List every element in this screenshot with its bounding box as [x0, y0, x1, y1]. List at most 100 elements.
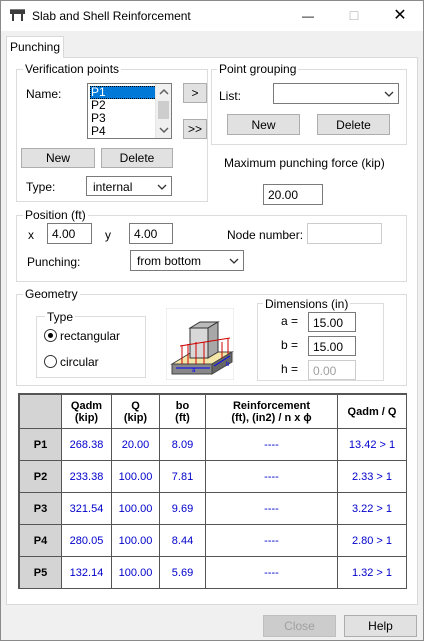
tab-punching[interactable]: Punching	[6, 36, 64, 58]
delete-point-button[interactable]: Delete	[101, 148, 173, 168]
qadm-cell[interactable]: 233.38	[61, 460, 112, 493]
punching-select-value: from bottom	[137, 254, 202, 268]
row-header[interactable]: P1	[19, 428, 62, 461]
y-field[interactable]: 4.00	[129, 223, 173, 244]
type-select-value: internal	[93, 180, 133, 194]
x-field[interactable]: 4.00	[47, 223, 92, 244]
ratio-cell[interactable]: 13.42 > 1	[337, 428, 407, 461]
qadm-cell[interactable]: 321.54	[61, 492, 112, 525]
new-point-button[interactable]: New	[21, 148, 95, 168]
q-cell[interactable]: 20.00	[111, 428, 160, 461]
h-label: h =	[281, 362, 299, 376]
x-label: x	[28, 228, 34, 242]
q-cell[interactable]: 100.00	[111, 460, 160, 493]
reinforcement-cell[interactable]: ----	[205, 524, 338, 557]
reinforcement-cell[interactable]: ----	[205, 492, 338, 525]
y-label: y	[105, 228, 111, 242]
max-force-label: Maximum punching force (kip)	[224, 156, 385, 170]
circular-label[interactable]: circular	[60, 355, 99, 369]
name-label: Name:	[26, 87, 62, 101]
scroll-down-icon[interactable]	[156, 122, 172, 138]
column-header[interactable]: Q (kip)	[111, 394, 160, 429]
row-header[interactable]: P2	[19, 460, 62, 493]
chevron-down-icon	[157, 184, 167, 190]
move-point-button[interactable]: >	[183, 83, 207, 103]
title-bar: Slab and Shell Reinforcement — ☐ ✕	[1, 1, 423, 31]
move-all-points-button[interactable]: >>	[183, 119, 207, 139]
group-list-select[interactable]	[273, 83, 399, 104]
qadm-cell[interactable]: 280.05	[61, 524, 112, 557]
bo-cell[interactable]: 8.44	[159, 524, 206, 557]
verification-points-label: Verification points	[23, 62, 122, 76]
ratio-cell[interactable]: 1.32 > 1	[337, 556, 407, 589]
listbox-scrollbar[interactable]	[155, 84, 171, 138]
help-button[interactable]: Help	[344, 615, 417, 637]
column-punching-diagram: a b	[166, 308, 234, 380]
circular-radio[interactable]	[44, 355, 57, 368]
row-header[interactable]: P5	[19, 556, 62, 589]
row-header[interactable]: P3	[19, 492, 62, 525]
reinforcement-cell[interactable]: ----	[205, 428, 338, 461]
bo-cell[interactable]: 8.09	[159, 428, 206, 461]
column-header[interactable]: Qadm (kip)	[61, 394, 112, 429]
ratio-cell[interactable]: 3.22 > 1	[337, 492, 407, 525]
slab-icon	[10, 9, 25, 21]
q-cell[interactable]: 100.00	[111, 524, 160, 557]
table-row[interactable]: P2 233.38 100.00 7.81 ---- 2.33 > 1	[19, 460, 407, 493]
bo-cell[interactable]: 5.69	[159, 556, 206, 589]
a-label: a =	[281, 314, 299, 328]
position-label: Position (ft)	[23, 208, 88, 222]
table-row[interactable]: P4 280.05 100.00 8.44 ---- 2.80 > 1	[19, 524, 407, 557]
row-header[interactable]: P4	[19, 524, 62, 557]
punching-select[interactable]: from bottom	[130, 250, 244, 271]
node-number-field[interactable]	[307, 223, 382, 244]
scroll-thumb[interactable]	[158, 101, 169, 119]
close-button[interactable]: Close	[263, 615, 336, 637]
b-label: b =	[281, 338, 299, 352]
results-table: Qadm (kip) Q (kip) bo (ft) Reinforcement…	[19, 394, 407, 589]
close-window-button[interactable]: ✕	[377, 1, 423, 31]
dimensions-label: Dimensions (in)	[263, 297, 351, 311]
bo-cell[interactable]: 7.81	[159, 460, 206, 493]
table-row[interactable]: P3 321.54 100.00 9.69 ---- 3.22 > 1	[19, 492, 407, 525]
rectangular-label[interactable]: rectangular	[60, 329, 120, 343]
h-field[interactable]: 0.00	[308, 360, 356, 380]
window-title: Slab and Shell Reinforcement	[32, 9, 191, 23]
points-listbox[interactable]: P1 P2 P3 P4	[87, 83, 172, 139]
ratio-cell[interactable]: 2.80 > 1	[337, 524, 407, 557]
reinforcement-cell[interactable]: ----	[205, 556, 338, 589]
bo-cell[interactable]: 9.69	[159, 492, 206, 525]
type-label: Type:	[26, 180, 56, 194]
max-force-field[interactable]: 20.00	[263, 184, 323, 205]
rectangular-radio[interactable]	[44, 329, 57, 342]
q-cell[interactable]: 100.00	[111, 492, 160, 525]
table-corner	[19, 394, 62, 429]
column-header[interactable]: bo (ft)	[159, 394, 206, 429]
ratio-cell[interactable]: 2.33 > 1	[337, 460, 407, 493]
type-select[interactable]: internal	[86, 176, 172, 196]
reinforcement-cell[interactable]: ----	[205, 460, 338, 493]
a-field[interactable]: 15.00	[308, 312, 356, 332]
dialog-window: Slab and Shell Reinforcement — ☐ ✕ Punch…	[0, 0, 424, 641]
q-cell[interactable]: 100.00	[111, 556, 160, 589]
qadm-cell[interactable]: 132.14	[61, 556, 112, 589]
table-row[interactable]: P5 132.14 100.00 5.69 ---- 1.32 > 1	[19, 556, 407, 589]
scroll-up-icon[interactable]	[156, 84, 172, 100]
b-field[interactable]: 15.00	[308, 336, 356, 356]
column-header[interactable]: Reinforcement (ft), (in2) / n x ϕ	[205, 394, 338, 429]
punching-label: Punching:	[27, 255, 81, 269]
qadm-cell[interactable]: 268.38	[61, 428, 112, 461]
chevron-down-icon	[229, 258, 239, 264]
geometry-label: Geometry	[23, 287, 80, 301]
list-label: List:	[219, 89, 242, 103]
delete-group-button[interactable]: Delete	[317, 114, 390, 135]
maximize-button[interactable]: ☐	[331, 1, 377, 31]
chevron-down-icon	[384, 91, 394, 97]
point-grouping-label: Point grouping	[217, 62, 299, 76]
list-item[interactable]: P4	[90, 125, 157, 138]
new-group-button[interactable]: New	[227, 114, 300, 135]
geometry-type-label: Type	[45, 310, 76, 324]
column-header[interactable]: Qadm / Q	[337, 394, 407, 429]
table-row[interactable]: P1 268.38 20.00 8.09 ---- 13.42 > 1	[19, 428, 407, 461]
minimize-button[interactable]: —	[285, 1, 331, 31]
